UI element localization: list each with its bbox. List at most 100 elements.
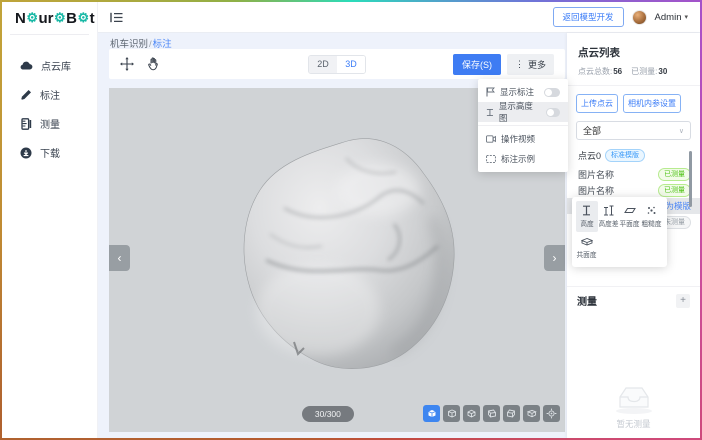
logo-text: ur — [39, 10, 54, 27]
menu-item-annotation-example[interactable]: 标注示例 — [478, 149, 568, 169]
show-heightmap-toggle[interactable] — [546, 108, 560, 117]
measure-icon — [20, 118, 32, 130]
viewport-toolbar: 2D 3D 保存(S) ⋮ 更多 — [109, 49, 565, 79]
pen-icon — [20, 89, 32, 101]
view-orientation-bar — [423, 405, 560, 422]
download-icon — [20, 147, 32, 159]
tooth-3d-model[interactable] — [226, 128, 468, 370]
image-counter: 30/300 — [302, 406, 354, 422]
tool-flatness[interactable]: 平面度 — [619, 201, 641, 232]
sidebar-item-label: 点云库 — [41, 58, 71, 73]
gear-icon: ⚙ — [54, 10, 66, 26]
crosshair-icon — [546, 408, 557, 419]
add-measure-button[interactable]: + — [676, 294, 690, 308]
more-label: 更多 — [528, 58, 546, 71]
panel-title: 点云列表 — [567, 33, 700, 60]
next-image-button[interactable]: › — [544, 245, 565, 271]
empty-text: 暂无测量 — [616, 418, 650, 430]
sidebar-item-label: 测量 — [40, 116, 60, 131]
logo-text: B — [66, 10, 77, 27]
measure-empty-state: 暂无测量 — [567, 383, 700, 438]
measured-stat: 已测量:30 — [631, 66, 667, 77]
sidebar-item-measure[interactable]: 测量 — [2, 109, 97, 138]
tool-height-diff[interactable]: 高度差 — [598, 201, 620, 232]
pan-move-icon[interactable] — [120, 57, 134, 71]
camera-params-button[interactable]: 相机内参设置 — [623, 94, 681, 113]
total-value: 56 — [613, 67, 622, 76]
panel-stats: 点云总数:56 已测量:30 — [567, 60, 700, 77]
sidebar: N⚙ur⚙B⚙t 点云库 标注 测量 下载 — [2, 2, 98, 438]
more-button[interactable]: ⋮ 更多 — [507, 54, 554, 75]
sidebar-item-label: 标注 — [40, 87, 60, 102]
image-name: 图片名称 — [578, 184, 614, 197]
toolbar-actions: 保存(S) ⋮ 更多 — [453, 54, 554, 75]
template-badge: 标准模版 — [605, 149, 645, 162]
pointcloud-name: 点云0 — [578, 149, 601, 162]
gear-icon: ⚙ — [26, 10, 38, 26]
prev-image-button[interactable]: ‹ — [109, 245, 130, 271]
cube-solid-icon — [426, 408, 437, 419]
back-to-model-dev-button[interactable]: 返回模型开发 — [553, 7, 624, 27]
cube-wire-icon — [506, 408, 517, 419]
menu-item-label: 显示标注 — [500, 86, 534, 98]
show-annotations-toggle[interactable] — [544, 88, 560, 97]
app-window: N⚙ur⚙B⚙t 点云库 标注 测量 下载 — [0, 0, 702, 440]
sidebar-item-download[interactable]: 下载 — [2, 138, 97, 167]
collapse-sidebar-icon[interactable] — [110, 12, 123, 23]
save-button[interactable]: 保存(S) — [453, 54, 501, 75]
view-front-button[interactable] — [443, 405, 460, 422]
measured-badge: 已测量 — [658, 184, 691, 197]
logo-text: N — [15, 10, 26, 27]
view-right-button[interactable] — [503, 405, 520, 422]
pointcloud-panel: 点云列表 点云总数:56 已测量:30 上传点云 相机内参设置 全部 ∨ 点云0 — [567, 33, 700, 438]
tool-height[interactable]: 高度 — [576, 201, 598, 232]
user-menu[interactable]: Admin ▾ — [655, 12, 688, 23]
gear-icon: ⚙ — [78, 10, 90, 26]
menu-item-label: 显示高度图 — [499, 100, 536, 124]
menu-item-tutorial-video[interactable]: 操作视频 — [478, 129, 568, 149]
body-row: 机车识别/标注 2D 3D 保存(S) ⋮ 更 — [98, 33, 700, 438]
avatar[interactable] — [632, 10, 647, 25]
recenter-view-button[interactable] — [543, 405, 560, 422]
menu-item-label: 标注示例 — [501, 153, 535, 165]
tool-roughness[interactable]: 粗糙度 — [641, 201, 663, 232]
measure-section-header: 测量 + — [567, 287, 700, 312]
image-list-item[interactable]: 图片名称 已测量 — [567, 166, 700, 182]
flag-icon — [486, 87, 495, 97]
upload-pointcloud-button[interactable]: 上传点云 — [576, 94, 618, 113]
panel-actions: 上传点云 相机内参设置 — [567, 86, 700, 113]
chevron-down-icon: ▾ — [684, 13, 688, 21]
sidebar-item-pointcloud-library[interactable]: 点云库 — [2, 51, 97, 80]
cube-wire-icon — [446, 408, 457, 419]
cube-wire-icon — [466, 408, 477, 419]
neurobot-app: N⚙ur⚙B⚙t 点云库 标注 测量 下载 — [2, 2, 700, 438]
main-column: 返回模型开发 Admin ▾ 机车识别/标注 — [98, 2, 700, 438]
tools-grid: 高度 高度差 平面度 粗糙度 — [576, 201, 663, 263]
toolbar-icons — [120, 57, 160, 71]
hand-drag-icon[interactable] — [147, 57, 160, 71]
divider — [478, 125, 568, 126]
sidebar-item-annotation[interactable]: 标注 — [2, 80, 97, 109]
cube-wire-icon — [526, 408, 537, 419]
cloud-icon — [20, 60, 33, 71]
menu-item-show-heightmap[interactable]: 显示高度图 — [478, 102, 568, 122]
filter-select[interactable]: 全部 ∨ — [576, 121, 691, 140]
user-name: Admin — [655, 12, 682, 23]
mode-2d-button[interactable]: 2D — [309, 56, 337, 73]
video-icon — [486, 135, 496, 143]
topbar-right: 返回模型开发 Admin ▾ — [553, 7, 688, 27]
view-back-button[interactable] — [463, 405, 480, 422]
menu-item-show-annotations[interactable]: 显示标注 — [478, 82, 568, 102]
pointcloud-group[interactable]: 点云0 标准模版 — [567, 147, 700, 166]
list-scrollbar[interactable] — [689, 151, 692, 207]
image-list-item[interactable]: 图片名称 已测量 — [567, 182, 700, 198]
view-top-button[interactable] — [523, 405, 540, 422]
measured-value: 30 — [658, 67, 667, 76]
cube-wire-icon — [486, 408, 497, 419]
height-diff-icon — [603, 205, 614, 216]
view-default-button[interactable] — [423, 405, 440, 422]
view-left-button[interactable] — [483, 405, 500, 422]
tool-coplanarity[interactable]: 共面度 — [576, 232, 598, 263]
mode-3d-button[interactable]: 3D — [337, 56, 365, 73]
empty-inbox-icon — [612, 383, 656, 415]
